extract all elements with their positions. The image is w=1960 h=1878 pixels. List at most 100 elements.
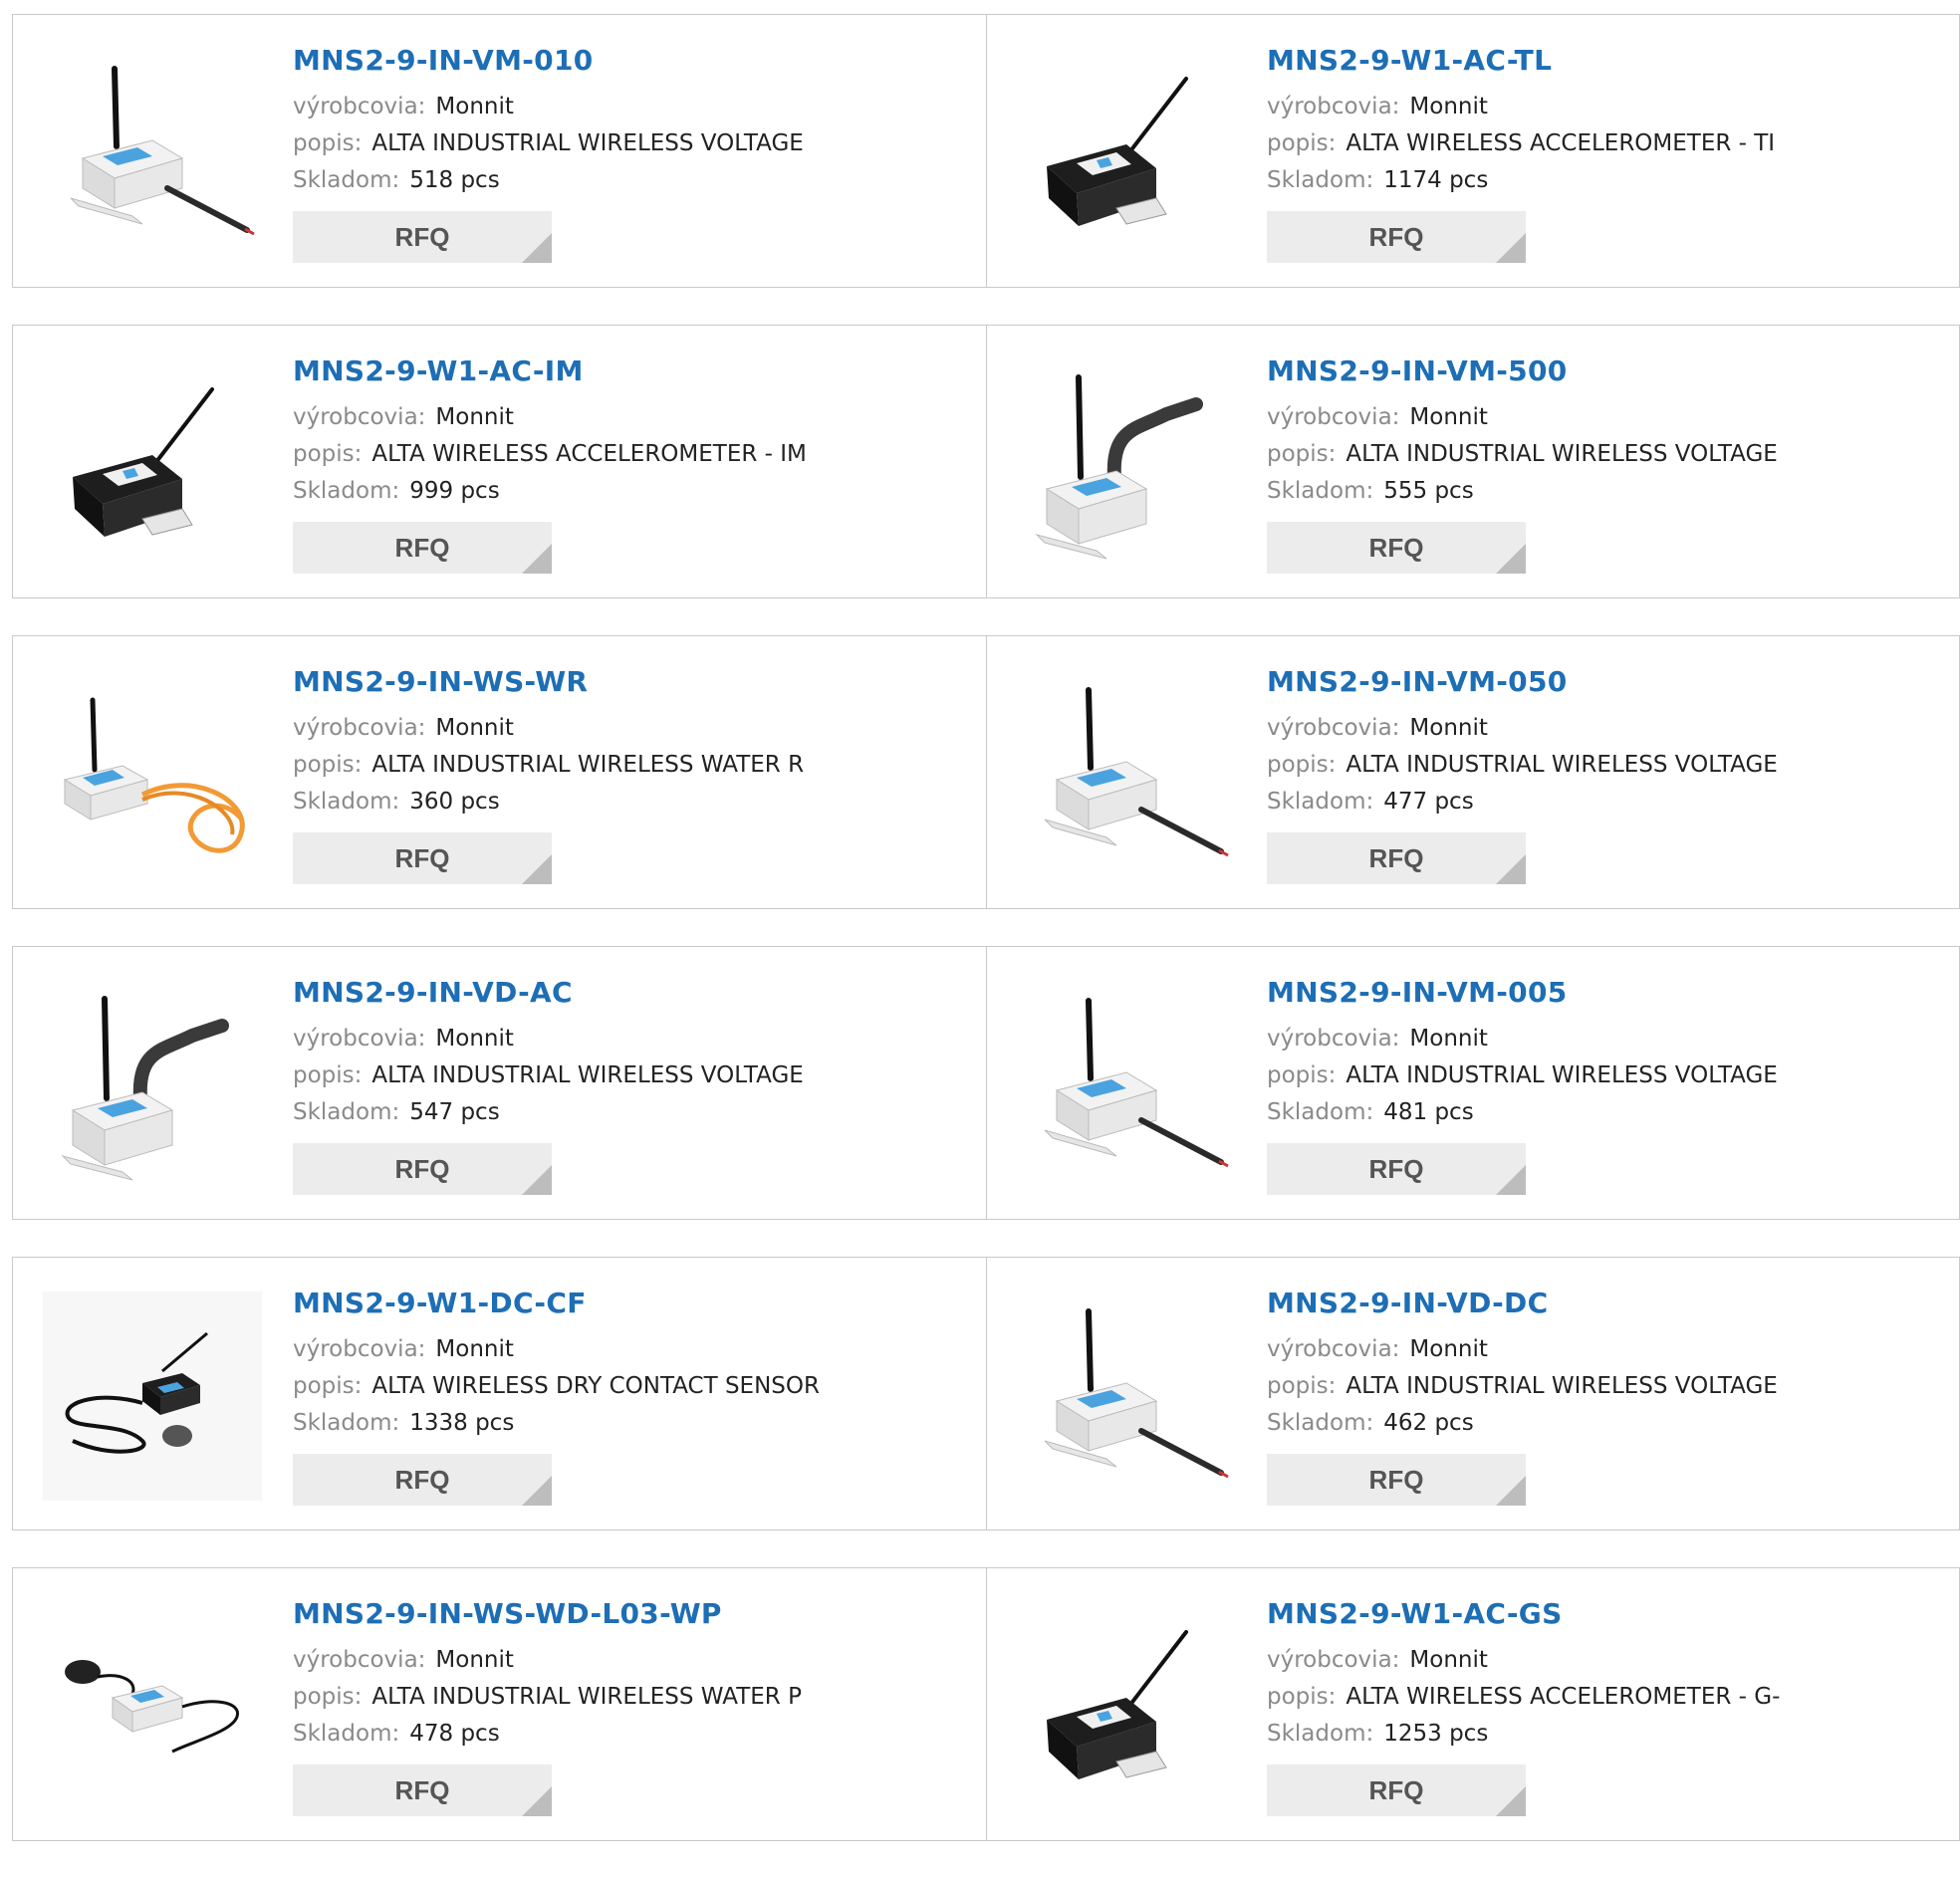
product-part-number-link[interactable]: MNS2-9-W1-DC-CF: [293, 1286, 966, 1321]
description-label: popis:: [1267, 441, 1337, 467]
black-sensor-icon[interactable]: [1017, 1602, 1236, 1811]
product-part-number-link[interactable]: MNS2-9-IN-VD-DC: [1267, 1286, 1939, 1321]
product-info: MNS2-9-W1-AC-TL výrobcovia: Monnit popis:…: [1267, 43, 1939, 263]
product-card: MNS2-9-IN-VM-005 výrobcovia: Monnit popis…: [986, 947, 1959, 1219]
white-sensor-cable-icon[interactable]: [43, 49, 262, 258]
product-grid: MNS2-9-IN-VM-010 výrobcovia: Monnit popis…: [12, 14, 1960, 1878]
rfq-button[interactable]: RFQ: [293, 1454, 552, 1506]
product-part-number-link[interactable]: MNS2-9-IN-VM-050: [1267, 664, 1939, 700]
manufacturer-label: výrobcovia:: [293, 1336, 426, 1362]
product-card: MNS2-9-IN-VD-AC výrobcovia: Monnit popis:…: [13, 947, 986, 1219]
rfq-button-label: RFQ: [394, 843, 450, 873]
product-part-number-link[interactable]: MNS2-9-W1-AC-IM: [293, 353, 966, 389]
stock-value: 555 pcs: [1383, 478, 1474, 504]
description-value: ALTA INDUSTRIAL WIRELESS VOLTAGE: [1346, 752, 1778, 778]
product-card: MNS2-9-IN-VM-500 výrobcovia: Monnit popis…: [986, 326, 1959, 597]
description-label: popis:: [1267, 1373, 1337, 1399]
manufacturer-value: Monnit: [1409, 1336, 1488, 1362]
manufacturer-label: výrobcovia:: [1267, 1647, 1400, 1673]
rfq-button[interactable]: RFQ: [293, 1764, 552, 1816]
stock-label: Skladom:: [1267, 1721, 1374, 1747]
product-part-number-link[interactable]: MNS2-9-IN-VM-010: [293, 43, 966, 79]
rfq-button[interactable]: RFQ: [293, 1143, 552, 1195]
product-info: MNS2-9-W1-AC-IM výrobcovia: Monnit popis:…: [293, 353, 966, 574]
rfq-button[interactable]: RFQ: [293, 522, 552, 574]
product-part-number-link[interactable]: MNS2-9-W1-AC-TL: [1267, 43, 1939, 79]
description-label: popis:: [293, 441, 363, 467]
rfq-button[interactable]: RFQ: [1267, 1454, 1526, 1506]
manufacturer-line: výrobcovia: Monnit: [293, 89, 966, 125]
description-line: popis: ALTA INDUSTRIAL WIRELESS VOLTAGE: [1267, 1368, 1939, 1405]
manufacturer-label: výrobcovia:: [293, 1647, 426, 1673]
product-part-number-link[interactable]: MNS2-9-IN-WS-WD-L03-WP: [293, 1596, 966, 1632]
rfq-button[interactable]: RFQ: [1267, 1764, 1526, 1816]
stock-label: Skladom:: [293, 1099, 400, 1125]
manufacturer-line: výrobcovia: Monnit: [293, 399, 966, 436]
rfq-button-label: RFQ: [1368, 1465, 1424, 1495]
rfq-button-label: RFQ: [394, 222, 450, 252]
product-part-number-link[interactable]: MNS2-9-IN-VM-005: [1267, 975, 1939, 1011]
product-card: MNS2-9-IN-VM-050 výrobcovia: Monnit popis…: [986, 636, 1959, 908]
description-value: ALTA INDUSTRIAL WIRELESS VOLTAGE: [371, 1062, 804, 1088]
white-sensor-conduit-icon[interactable]: [43, 981, 262, 1190]
manufacturer-label: výrobcovia:: [1267, 1026, 1400, 1052]
rfq-button[interactable]: RFQ: [293, 832, 552, 884]
stock-line: Skladom: 462 pcs: [1267, 1405, 1939, 1442]
rfq-button[interactable]: RFQ: [1267, 1143, 1526, 1195]
product-row: MNS2-9-IN-VD-AC výrobcovia: Monnit popis:…: [12, 946, 1960, 1220]
stock-label: Skladom:: [1267, 167, 1374, 193]
rfq-button-label: RFQ: [1368, 843, 1424, 873]
stock-label: Skladom:: [293, 167, 400, 193]
stock-line: Skladom: 999 pcs: [293, 473, 966, 510]
description-value: ALTA INDUSTRIAL WIRELESS VOLTAGE: [371, 130, 804, 156]
white-sensor-cable-icon[interactable]: [1017, 981, 1236, 1190]
manufacturer-line: výrobcovia: Monnit: [1267, 1331, 1939, 1368]
rfq-button-label: RFQ: [394, 1775, 450, 1805]
white-sensor-cable-icon[interactable]: [1017, 670, 1236, 879]
white-sensor-conduit-icon[interactable]: [1017, 359, 1236, 569]
rfq-button-label: RFQ: [1368, 533, 1424, 563]
description-value: ALTA INDUSTRIAL WIRELESS WATER R: [371, 752, 805, 778]
manufacturer-label: výrobcovia:: [293, 94, 426, 119]
rfq-button[interactable]: RFQ: [1267, 522, 1526, 574]
stock-line: Skladom: 1174 pcs: [1267, 162, 1939, 199]
manufacturer-value: Monnit: [1409, 94, 1488, 119]
product-row: MNS2-9-IN-VM-010 výrobcovia: Monnit popis…: [12, 14, 1960, 288]
manufacturer-label: výrobcovia:: [1267, 404, 1400, 430]
black-sensor-icon[interactable]: [1017, 49, 1236, 258]
stock-value: 478 pcs: [409, 1721, 500, 1747]
product-part-number-link[interactable]: MNS2-9-IN-VM-500: [1267, 353, 1939, 389]
white-sensor-orange-cable-icon[interactable]: [43, 670, 262, 879]
product-part-number-link[interactable]: MNS2-9-W1-AC-GS: [1267, 1596, 1939, 1632]
stock-line: Skladom: 555 pcs: [1267, 473, 1939, 510]
black-sensor-icon[interactable]: [43, 359, 262, 569]
white-sensor-cable-icon[interactable]: [1017, 1291, 1236, 1501]
stock-value: 518 pcs: [409, 167, 500, 193]
description-line: popis: ALTA WIRELESS ACCELEROMETER - G-: [1267, 1679, 1939, 1716]
product-card: MNS2-9-IN-WS-WD-L03-WP výrobcovia: Monnit…: [13, 1568, 986, 1840]
description-label: popis:: [1267, 1062, 1337, 1088]
manufacturer-label: výrobcovia:: [293, 404, 426, 430]
stock-value: 999 pcs: [409, 478, 500, 504]
stock-label: Skladom:: [1267, 1410, 1374, 1436]
rfq-button[interactable]: RFQ: [293, 211, 552, 263]
description-value: ALTA INDUSTRIAL WIRELESS VOLTAGE: [1346, 1373, 1778, 1399]
description-line: popis: ALTA INDUSTRIAL WIRELESS VOLTAGE: [293, 125, 966, 162]
product-card: MNS2-9-IN-WS-WR výrobcovia: Monnit popis:…: [13, 636, 986, 908]
product-part-number-link[interactable]: MNS2-9-IN-VD-AC: [293, 975, 966, 1011]
manufacturer-line: výrobcovia: Monnit: [293, 1021, 966, 1057]
description-value: ALTA WIRELESS ACCELEROMETER - IM: [371, 441, 807, 467]
manufacturer-value: Monnit: [1409, 1647, 1488, 1673]
product-card: MNS2-9-IN-VD-DC výrobcovia: Monnit popis:…: [986, 1258, 1959, 1529]
description-value: ALTA WIRELESS ACCELEROMETER - G-: [1346, 1684, 1781, 1710]
description-label: popis:: [1267, 752, 1337, 778]
manufacturer-value: Monnit: [435, 404, 514, 430]
stock-label: Skladom:: [293, 1721, 400, 1747]
water-puck-sensor-icon[interactable]: [43, 1602, 262, 1811]
rfq-button[interactable]: RFQ: [1267, 832, 1526, 884]
product-part-number-link[interactable]: MNS2-9-IN-WS-WR: [293, 664, 966, 700]
rfq-button[interactable]: RFQ: [1267, 211, 1526, 263]
dry-contact-sensor-icon[interactable]: [43, 1291, 262, 1501]
description-line: popis: ALTA WIRELESS ACCELEROMETER - IM: [293, 436, 966, 473]
description-label: popis:: [293, 1684, 363, 1710]
